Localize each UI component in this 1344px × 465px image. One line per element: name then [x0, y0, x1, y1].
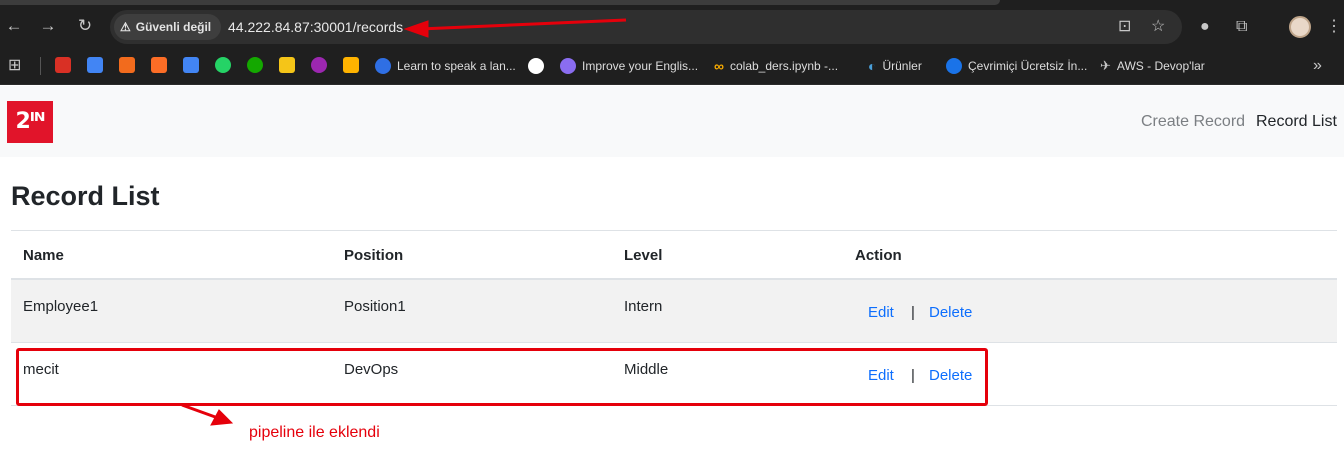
annotation-arrows	[181, 18, 627, 426]
row-arrow	[181, 403, 234, 426]
url-arrow	[403, 18, 627, 38]
